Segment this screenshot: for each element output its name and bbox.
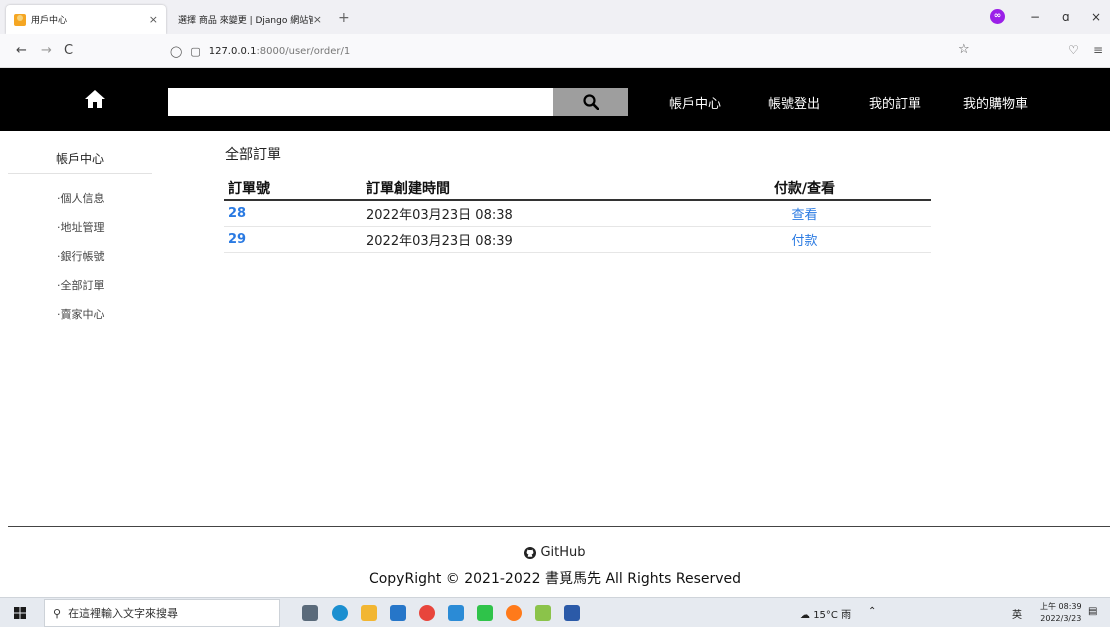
- bookmark-star-icon[interactable]: ☆: [958, 42, 970, 57]
- close-tab-icon[interactable]: ×: [149, 13, 158, 26]
- pocket-icon[interactable]: ♡: [1068, 43, 1079, 57]
- tab-title: 選擇 商品 來變更 | Django 網站管理: [178, 16, 313, 26]
- word-icon[interactable]: [564, 605, 580, 621]
- ime-indicator[interactable]: 英: [1012, 606, 1022, 621]
- minimize-button[interactable]: −: [1030, 10, 1040, 24]
- vscode-icon[interactable]: [448, 605, 464, 621]
- sidebar-item-all-orders[interactable]: ·全部訂單: [57, 277, 105, 293]
- clock-date: 2022/3/23: [1040, 614, 1082, 623]
- chrome-icon[interactable]: [419, 605, 435, 621]
- column-created-time: 訂單創建時間: [362, 176, 752, 201]
- table-row: 28 2022年03月23日 08:38 查看: [224, 200, 931, 227]
- store-icon[interactable]: [390, 605, 406, 621]
- new-tab-button[interactable]: +: [338, 10, 350, 26]
- edge-icon[interactable]: [332, 605, 348, 621]
- search-input[interactable]: [168, 88, 553, 116]
- address-bar[interactable]: ◯ ▢ 127.0.0.1:8000/user/order/1: [170, 39, 980, 63]
- column-order-id: 訂單號: [224, 176, 362, 201]
- table-header-row: 訂單號 訂單創建時間 付款/查看: [224, 176, 931, 201]
- weather-widget[interactable]: ☁ 15°C 雨: [800, 606, 851, 621]
- taskbar: ⚲ 在這裡輸入文字來搜尋 ☁ 15°C 雨 ⌃ 英 上午 08:39 2022/…: [0, 597, 1110, 627]
- back-button[interactable]: ←: [16, 43, 27, 58]
- sidebar-title: 帳戶中心: [55, 152, 104, 166]
- github-link[interactable]: GitHub: [0, 545, 1110, 560]
- restore-button[interactable]: ɑ: [1062, 10, 1070, 24]
- extension-icon[interactable]: ∞: [990, 9, 1005, 24]
- close-window-button[interactable]: ×: [1091, 10, 1101, 24]
- pay-order-link[interactable]: 付款: [791, 234, 817, 249]
- sidebar-item-profile[interactable]: ·個人信息: [57, 190, 105, 206]
- sidebar-item-address[interactable]: ·地址管理: [57, 219, 105, 235]
- copyright-text: CopyRight © 2021-2022 書覓馬先 All Rights Re…: [368, 571, 742, 587]
- footer-divider: [8, 526, 1110, 527]
- github-icon: [524, 546, 537, 559]
- task-view-icon[interactable]: [302, 605, 318, 621]
- menu-icon[interactable]: ≡: [1093, 43, 1103, 57]
- table-row: 29 2022年03月23日 08:39 付款: [224, 226, 931, 253]
- github-label: GitHub: [540, 545, 586, 560]
- nav-logout[interactable]: 帳號登出: [768, 93, 820, 112]
- pen-app-icon[interactable]: [535, 605, 551, 621]
- order-id-link[interactable]: 28: [228, 206, 246, 221]
- tray-overflow-icon[interactable]: ⌃: [868, 606, 876, 617]
- tab-user-center[interactable]: 用戶中心 ×: [6, 5, 166, 34]
- nav-account-center[interactable]: 帳戶中心: [669, 93, 721, 112]
- firefox-icon[interactable]: [506, 605, 522, 621]
- weather-icon: ☁: [800, 610, 810, 621]
- url-host: 127.0.0.1: [208, 45, 257, 57]
- nav-my-orders[interactable]: 我的訂單: [869, 93, 921, 112]
- sidebar-item-seller[interactable]: ·賣家中心: [57, 306, 105, 322]
- view-order-link[interactable]: 查看: [791, 208, 817, 223]
- search-icon: [582, 94, 599, 110]
- column-spacer: [857, 176, 931, 201]
- file-explorer-icon[interactable]: [361, 605, 377, 621]
- weather-text: 15°C 雨: [813, 610, 852, 621]
- notification-icon[interactable]: ▤: [1088, 606, 1097, 617]
- clock-time: 上午 08:39: [1040, 602, 1082, 611]
- search-button[interactable]: [553, 88, 628, 116]
- url-path: :8000/user/order/1: [256, 45, 351, 57]
- tab-django-admin[interactable]: 選擇 商品 來變更 | Django 網站管理 ×: [170, 5, 330, 34]
- forward-button[interactable]: →: [41, 43, 52, 58]
- close-tab-icon[interactable]: ×: [313, 13, 322, 26]
- order-created: 2022年03月23日 08:39: [362, 226, 752, 253]
- site-header: 帳戶中心 帳號登出 我的訂單 我的購物車: [0, 68, 1110, 131]
- page-title: 全部訂單: [225, 147, 281, 163]
- taskbar-search-placeholder: 在這裡輸入文字來搜尋: [68, 607, 179, 620]
- site-favicon-icon: [14, 13, 26, 26]
- tab-title: 用戶中心: [31, 16, 68, 26]
- browser-navbar: ← → C ◯ ▢ 127.0.0.1:8000/user/order/1 ☆ …: [0, 34, 1110, 68]
- page-icon: ▢: [190, 44, 201, 58]
- search-icon: ⚲: [53, 606, 62, 620]
- shield-icon: ◯: [170, 44, 183, 58]
- sidebar-item-bank[interactable]: ·銀行帳號: [57, 248, 105, 264]
- order-created: 2022年03月23日 08:38: [362, 200, 752, 227]
- sidebar-divider: [8, 173, 152, 174]
- column-action: 付款/查看: [752, 176, 857, 201]
- clock[interactable]: 上午 08:39 2022/3/23: [1040, 601, 1082, 625]
- order-id-link[interactable]: 29: [228, 232, 246, 247]
- windows-start-icon[interactable]: [14, 607, 26, 619]
- browser-tabstrip: 用戶中心 × 選擇 商品 來變更 | Django 網站管理 × + ∞ − ɑ…: [0, 0, 1110, 34]
- taskbar-search-input[interactable]: ⚲ 在這裡輸入文字來搜尋: [44, 599, 280, 627]
- line-icon[interactable]: [477, 605, 493, 621]
- orders-table: 訂單號 訂單創建時間 付款/查看 28 2022年03月23日 08:38 查看…: [224, 176, 931, 253]
- reload-button[interactable]: C: [64, 43, 73, 58]
- home-icon[interactable]: [85, 90, 105, 108]
- nav-my-cart[interactable]: 我的購物車: [963, 93, 1028, 112]
